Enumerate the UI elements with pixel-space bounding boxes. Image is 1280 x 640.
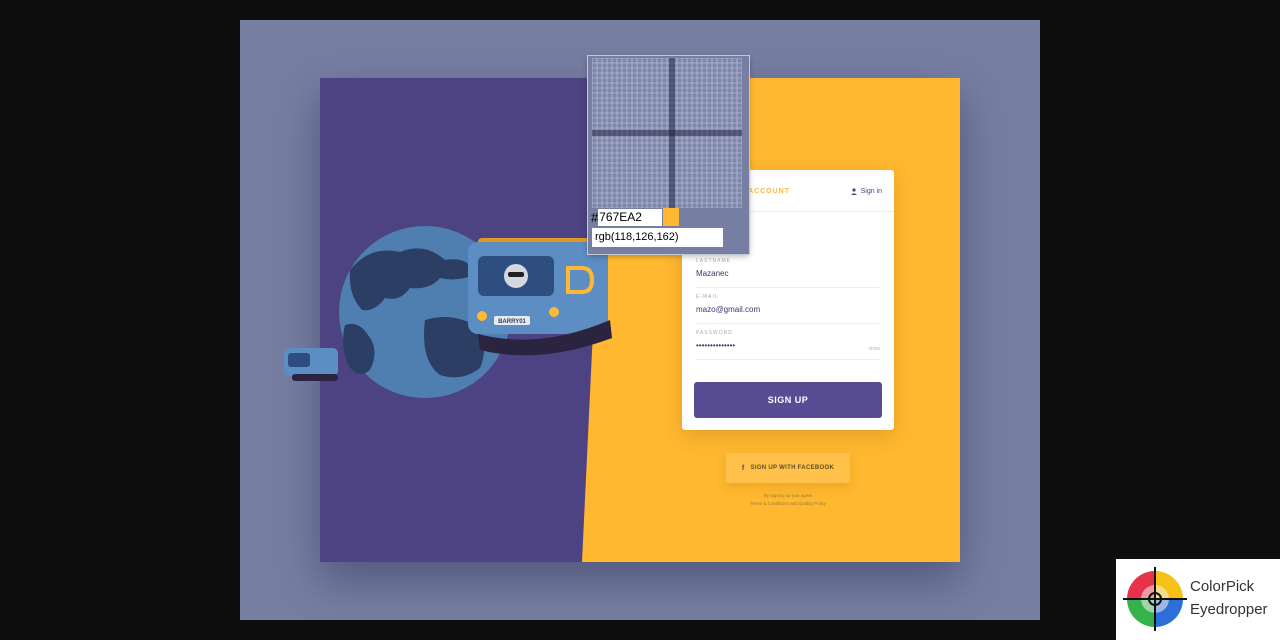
facebook-signup-label: SIGN UP WITH FACEBOOK bbox=[750, 465, 835, 471]
show-password-link[interactable]: show bbox=[868, 346, 880, 352]
email-value: mazo@gmail.com bbox=[696, 305, 761, 314]
color-wheel-icon bbox=[1123, 567, 1187, 631]
terms-link[interactable]: Terms & Conditions and Quality Policy bbox=[726, 500, 850, 508]
badge-title: ColorPick Eyedropper bbox=[1190, 575, 1268, 621]
hex-row: # 767EA2 bbox=[591, 208, 680, 226]
user-icon bbox=[850, 188, 857, 195]
email-label: E-MAIL bbox=[696, 294, 719, 300]
terms-line-1: By signing up you agree bbox=[763, 493, 813, 498]
lastname-label: LASTNAME bbox=[696, 258, 731, 264]
password-label: PASSWORD bbox=[696, 330, 733, 336]
password-value: •••••••••••••• bbox=[696, 341, 736, 350]
facebook-icon: f bbox=[741, 464, 745, 472]
signin-label: Sign in bbox=[860, 188, 882, 195]
truck-large: BARRY01 bbox=[468, 238, 612, 356]
badge-line-2: Eyedropper bbox=[1190, 601, 1268, 618]
lastname-field[interactable]: LASTNAME Mazanec bbox=[696, 258, 880, 288]
signin-link[interactable]: Sign in bbox=[850, 188, 882, 195]
rgb-value-field[interactable]: rgb(118,126,162) bbox=[592, 228, 723, 247]
magnifier-loupe bbox=[592, 58, 742, 208]
hash-symbol: # bbox=[591, 209, 599, 225]
color-picker-popup: # 767EA2 rgb(118,126,162) bbox=[588, 56, 749, 254]
lastname-value: Mazanec bbox=[696, 269, 729, 278]
tab-account[interactable]: ACCOUNT bbox=[748, 188, 790, 195]
colorpick-eyedropper-badge: ColorPick Eyedropper bbox=[1116, 559, 1280, 640]
signup-button[interactable]: SIGN UP bbox=[694, 382, 882, 418]
email-field[interactable]: E-MAIL mazo@gmail.com bbox=[696, 294, 880, 324]
facebook-signup-button[interactable]: f SIGN UP WITH FACEBOOK bbox=[726, 453, 850, 483]
terms-text: By signing up you agree Terms & Conditio… bbox=[726, 492, 850, 508]
badge-line-1: ColorPick bbox=[1190, 578, 1255, 595]
license-plate: BARRY01 bbox=[498, 319, 526, 325]
password-field[interactable]: PASSWORD •••••••••••••• show bbox=[696, 330, 880, 360]
hex-value-field[interactable]: 767EA2 bbox=[598, 208, 663, 226]
truck-small bbox=[284, 348, 338, 381]
color-swatch bbox=[663, 208, 680, 226]
